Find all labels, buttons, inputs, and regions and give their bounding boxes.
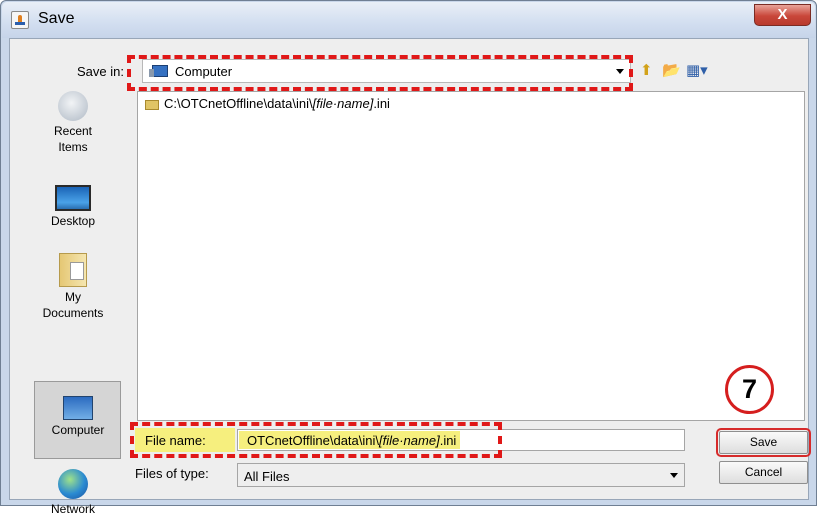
save-dialog-window: Save X Save in: Computer ⬆ 📂 ▦▾ Recent I… [0,0,817,516]
file-type-dropdown[interactable]: All Files [237,463,685,487]
sidebar-item-label: My Documents [42,290,104,320]
step-number-badge: 7 [725,365,774,414]
dialog-body: Save in: Computer ⬆ 📂 ▦▾ Recent Items De… [9,38,811,516]
file-path-extension: .ini [373,96,390,111]
sidebar-item-label: Recent Items [53,124,93,154]
network-icon [58,469,88,499]
java-app-icon [11,11,29,29]
desktop-icon [55,185,91,211]
file-list-pane[interactable]: C:\OTCnetOffline\data\ini\[file·name].in… [137,91,805,421]
file-path-text: C:\OTCnetOffline\data\ini\ [164,96,313,111]
sidebar-item-computer[interactable]: Computer [34,381,121,459]
sidebar-item-label: Computer [51,423,105,437]
sidebar-item-label: Desktop [50,214,96,228]
sidebar-item-computer-content: Computer [36,390,120,438]
file-type-value: All Files [244,469,290,484]
up-one-level-icon[interactable]: ⬆ [640,63,653,78]
sidebar-item-recent-items[interactable]: Recent Items [31,91,115,155]
places-sidebar: Recent Items Desktop My Documents Comput… [31,91,121,516]
list-item[interactable]: C:\OTCnetOffline\data\ini\[file·name].in… [145,96,390,111]
computer-icon [63,396,93,420]
save-in-highlight-box [127,55,633,91]
sidebar-item-label: Network [50,502,95,516]
my-documents-icon [59,253,87,287]
folder-icon [145,99,159,110]
sidebar-item-network[interactable]: Network [31,469,115,517]
file-type-label: Files of type: [135,466,209,481]
close-button[interactable]: X [754,4,811,26]
window-title: Save [38,10,75,27]
save-in-label: Save in: [77,64,124,79]
sidebar-item-desktop[interactable]: Desktop [31,181,115,229]
save-button[interactable]: Save [716,428,811,457]
sidebar-item-my-documents[interactable]: My Documents [31,253,115,321]
title-bar[interactable]: Save X [2,2,815,38]
file-name-highlight-box [130,422,502,458]
file-path-placeholder: [file·name] [312,96,374,111]
cancel-button[interactable]: Cancel [719,461,808,484]
chevron-down-icon[interactable] [670,473,678,478]
recent-items-icon [58,91,88,121]
view-menu-icon[interactable]: ▦▾ [686,63,708,78]
create-new-folder-icon[interactable]: 📂 [662,63,681,78]
